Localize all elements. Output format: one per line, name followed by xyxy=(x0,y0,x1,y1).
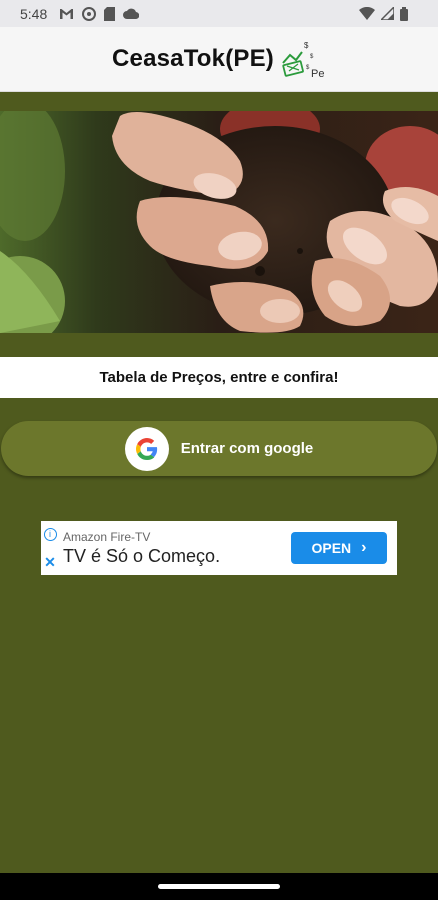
ad-advertiser: Amazon Fire-TV xyxy=(63,529,151,544)
vpn-icon xyxy=(82,6,97,21)
app-title: CeasaTok(PE) xyxy=(111,45,274,72)
status-bar: 5:48 xyxy=(0,0,438,27)
google-button-label: Entrar com google xyxy=(180,440,314,457)
svg-text:$: $ xyxy=(310,54,314,60)
cloud-icon xyxy=(123,8,140,19)
wifi-icon xyxy=(359,7,375,20)
app-logo-icon: $ $ $ Pe xyxy=(282,41,324,79)
google-g-icon xyxy=(135,437,157,460)
logo-text: Pe xyxy=(311,68,324,79)
google-sign-in-button[interactable]: Entrar com google xyxy=(1,421,437,476)
home-gesture-handle[interactable] xyxy=(158,884,280,889)
hands-with-soil-image xyxy=(0,111,438,333)
ad-info-icon[interactable]: i xyxy=(43,528,57,542)
battery-icon xyxy=(400,6,408,21)
ad-open-label: OPEN xyxy=(311,540,352,556)
cell-signal-icon xyxy=(381,7,394,20)
svg-text:$: $ xyxy=(304,41,309,50)
ad-open-button[interactable]: OPEN › xyxy=(291,532,387,564)
ad-close-icon[interactable]: ✕ xyxy=(44,555,56,569)
status-time: 5:48 xyxy=(20,5,48,22)
tagline-banner: Tabela de Preços, entre e confira! xyxy=(0,357,438,398)
system-nav-bar xyxy=(0,873,438,900)
gmail-icon xyxy=(60,8,74,19)
chevron-right-icon: › xyxy=(361,539,367,556)
ad-headline: TV é Só o Começo. xyxy=(63,545,221,566)
hero-image xyxy=(0,111,438,333)
svg-text:$: $ xyxy=(306,65,310,71)
ad-banner[interactable]: i ✕ Amazon Fire-TV TV é Só o Começo. OPE… xyxy=(41,521,397,575)
tagline-text: Tabela de Preços, entre e confira! xyxy=(99,369,339,386)
google-logo-container xyxy=(124,426,169,471)
sim-card-icon xyxy=(104,6,116,21)
app-bar: CeasaTok(PE) $ $ $ Pe xyxy=(0,27,438,92)
